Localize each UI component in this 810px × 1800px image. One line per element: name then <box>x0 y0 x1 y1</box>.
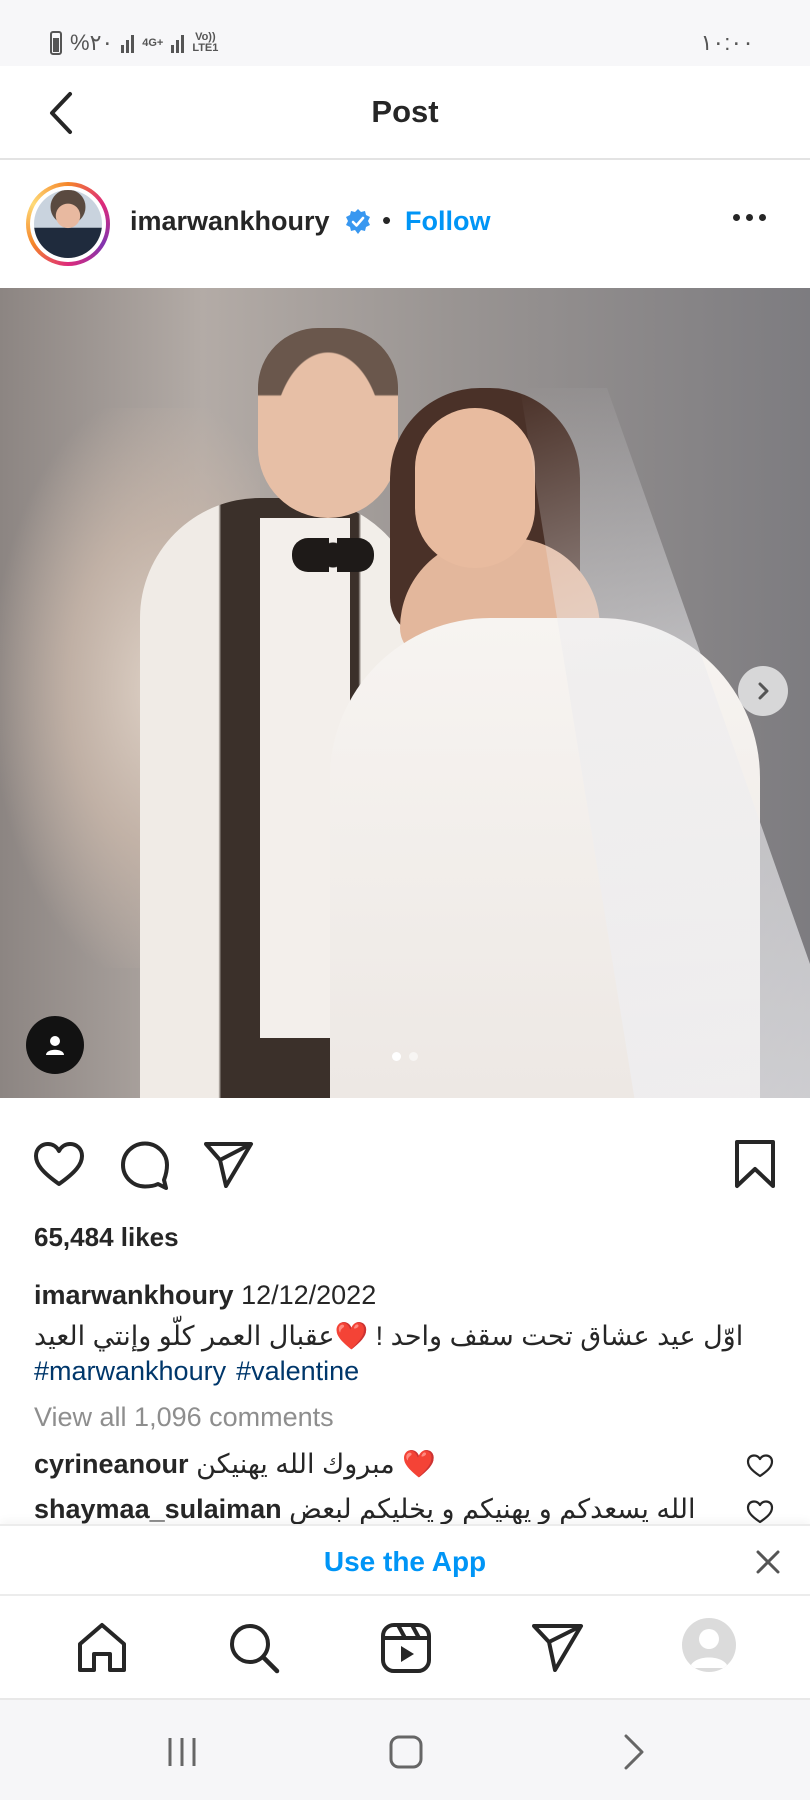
caption-hashtags: #marwankhoury #valentine <box>34 1356 369 1387</box>
battery-icon <box>50 31 62 55</box>
likes-count[interactable]: 65,484 likes <box>34 1222 179 1253</box>
more-dot <box>733 214 740 221</box>
more-dot <box>759 214 766 221</box>
image-bride-face <box>415 408 535 568</box>
reels-icon <box>381 1623 431 1673</box>
nav-profile-avatar[interactable] <box>682 1618 736 1672</box>
nav-direct-button[interactable] <box>530 1620 586 1676</box>
comment-like-heart-icon[interactable] <box>746 1498 774 1526</box>
recent-apps-icon[interactable] <box>162 1732 202 1772</box>
default-avatar-icon <box>690 1629 728 1668</box>
hashtag-link[interactable]: #valentine <box>236 1356 359 1386</box>
status-bar: %٢٠ 4G+ Vo)) LTE1 ١٠:٠٠ <box>0 0 810 66</box>
page-title: Post <box>371 94 439 129</box>
battery-text: %٢٠ <box>70 30 114 55</box>
bookmark-icon <box>735 1140 775 1188</box>
use-app-banner: Use the App <box>0 1524 810 1596</box>
back-chevron-icon[interactable] <box>614 1732 654 1772</box>
top-header: Post <box>0 66 810 160</box>
signal-icon <box>121 33 135 53</box>
home-square-icon[interactable] <box>386 1732 426 1772</box>
comment-button[interactable] <box>118 1138 172 1192</box>
comment-text: الله يسعدكم و يهنيكم و يخليكم لبعض <box>289 1494 696 1524</box>
image-bowtie <box>292 538 374 572</box>
share-button[interactable] <box>202 1138 256 1192</box>
status-left: %٢٠ 4G+ Vo)) LTE1 <box>50 30 218 56</box>
carousel-next-button[interactable] <box>738 666 788 716</box>
nav-reels-button[interactable] <box>378 1620 434 1676</box>
nav-home-button[interactable] <box>74 1620 130 1676</box>
signal-icon-2 <box>171 33 185 53</box>
avatar-image <box>34 190 102 258</box>
caption-date: 12/12/2022 <box>241 1280 377 1310</box>
network-type: 4G+ <box>142 36 164 49</box>
save-button[interactable] <box>728 1138 782 1192</box>
carousel-dot <box>409 1052 418 1061</box>
comment-username[interactable]: shaymaa_sulaiman <box>34 1494 282 1524</box>
comment-username[interactable]: cyrineanour <box>34 1449 189 1479</box>
avatar-frame <box>30 186 106 262</box>
follow-button[interactable]: Follow <box>405 206 490 237</box>
search-icon <box>230 1624 280 1674</box>
nav-search-button[interactable] <box>226 1620 282 1676</box>
chevron-right-icon <box>758 682 769 700</box>
comment-text: مبروك الله يهنيكن ❤️ <box>196 1449 436 1479</box>
volte-indicator: Vo)) LTE1 <box>192 31 219 54</box>
like-button[interactable] <box>32 1138 86 1192</box>
carousel-dot-active <box>392 1052 401 1061</box>
system-navigation-bar <box>0 1700 810 1800</box>
tagged-users-button[interactable] <box>26 1016 84 1074</box>
home-icon <box>78 1623 126 1672</box>
action-bar <box>0 1130 810 1200</box>
comment-row: shaymaa_sulaiman الله يسعدكم و يهنيكم و … <box>34 1494 714 1525</box>
more-dot <box>746 214 753 221</box>
caption-header: imarwankhoury 12/12/2022 <box>34 1280 376 1311</box>
status-time: ١٠:٠٠ <box>700 30 754 55</box>
direct-icon <box>532 1624 583 1672</box>
caption-text: اوّل عيد عشاق تحت سقف واحد ! ❤️عقبال الع… <box>34 1321 744 1351</box>
separator-dot: • <box>382 205 392 235</box>
use-the-app-button[interactable]: Use the App <box>0 1546 810 1578</box>
comment-icon <box>121 1141 169 1190</box>
avatar[interactable] <box>26 182 110 266</box>
post-image[interactable] <box>0 288 810 1098</box>
image-groom-head <box>258 328 398 518</box>
comment-like-heart-icon[interactable] <box>746 1452 774 1480</box>
close-icon[interactable] <box>752 1546 784 1578</box>
post-header: imarwankhoury • Follow <box>0 162 810 288</box>
heart-icon <box>34 1142 84 1186</box>
bottom-navigation <box>0 1596 810 1700</box>
caption-username[interactable]: imarwankhoury <box>34 1280 234 1310</box>
view-all-comments-link[interactable]: View all 1,096 comments <box>34 1402 334 1433</box>
post-username[interactable]: imarwankhoury <box>130 206 330 237</box>
carousel-indicator <box>0 1052 810 1061</box>
hashtag-link[interactable]: #marwankhoury <box>34 1356 226 1386</box>
verified-badge-icon <box>346 209 370 234</box>
send-icon <box>204 1142 253 1188</box>
comment-row: cyrineanour مبروك الله يهنيكن ❤️ <box>34 1448 436 1480</box>
more-options-button[interactable] <box>733 214 766 221</box>
